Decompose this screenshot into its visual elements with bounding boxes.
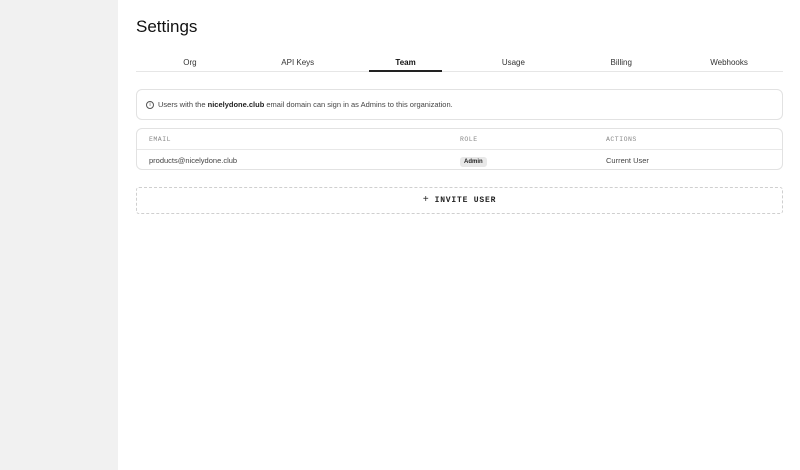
tab-api-keys[interactable]: API Keys	[244, 54, 352, 71]
settings-tabs: Org API Keys Team Usage Billing Webhooks	[136, 54, 783, 72]
info-text: Users with the nicelydone.club email dom…	[158, 100, 453, 109]
plus-icon: +	[422, 195, 430, 206]
table-row: products@nicelydone.club Admin Current U…	[137, 150, 782, 171]
tab-usage[interactable]: Usage	[459, 54, 567, 71]
tab-team[interactable]: Team	[352, 54, 460, 72]
info-domain: nicelydone.club	[207, 100, 265, 109]
user-email: products@nicelydone.club	[149, 156, 238, 165]
tab-webhooks[interactable]: Webhooks	[675, 54, 783, 71]
user-action: Current User	[606, 156, 649, 165]
info-icon: i	[146, 100, 154, 109]
role-badge: Admin	[460, 157, 487, 167]
domain-info-banner: i Users with the nicelydone.club email d…	[136, 89, 783, 120]
invite-user-button[interactable]: + INVITE USER	[136, 187, 783, 214]
column-actions: ACTIONS	[606, 135, 637, 143]
invite-user-label: INVITE USER	[434, 196, 497, 205]
column-email: EMAIL	[149, 135, 172, 143]
tab-billing[interactable]: Billing	[567, 54, 675, 71]
sidebar	[0, 0, 118, 470]
tab-org[interactable]: Org	[136, 54, 244, 71]
table-header: EMAIL ROLE ACTIONS	[137, 129, 782, 150]
column-role: ROLE	[460, 135, 478, 143]
team-table: EMAIL ROLE ACTIONS products@nicelydone.c…	[136, 128, 783, 170]
page-title: Settings	[136, 17, 198, 36]
